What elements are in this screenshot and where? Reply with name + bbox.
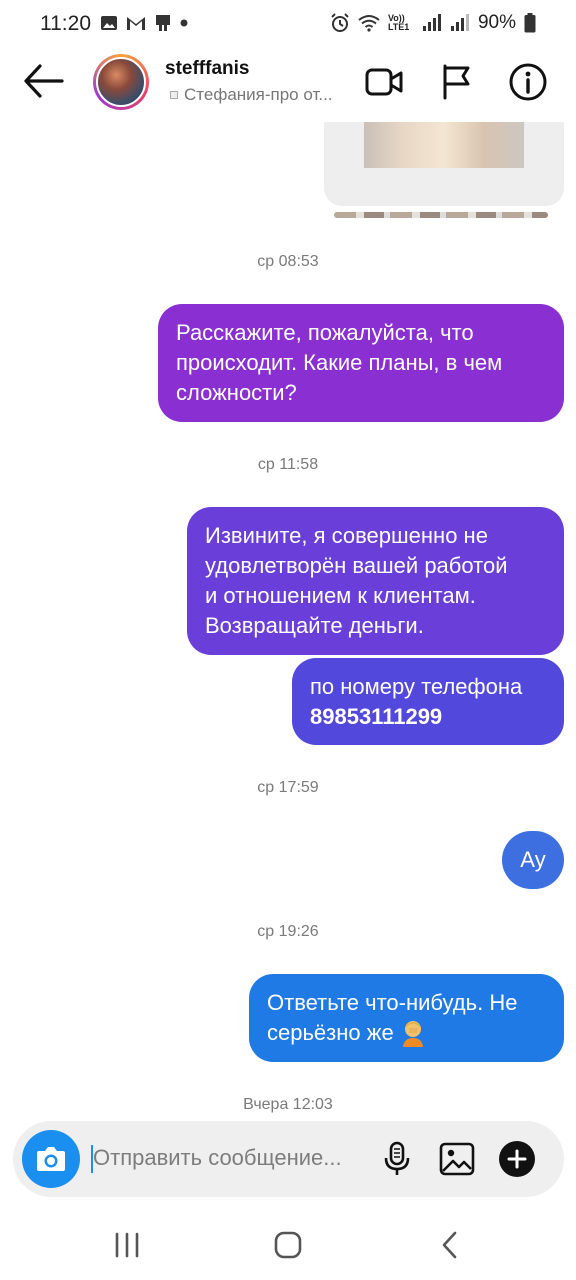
- back-icon[interactable]: [430, 1228, 470, 1262]
- timestamp: ср 17:59: [257, 779, 319, 796]
- shared-media-card[interactable]: [324, 122, 564, 206]
- home-icon[interactable]: [268, 1228, 308, 1262]
- message-line: сложности?: [176, 380, 297, 405]
- timestamp: ср 08:53: [257, 253, 319, 270]
- signal-icon-2: [450, 14, 469, 31]
- plus-icon[interactable]: [497, 1139, 537, 1179]
- video-call-icon[interactable]: [364, 62, 404, 102]
- timestamp: ср 19:26: [257, 923, 319, 940]
- sent-message[interactable]: Ау: [502, 831, 564, 889]
- message-line: Расскажите, пожалуйста, что: [176, 320, 474, 345]
- media-thumbnails: [334, 212, 548, 218]
- shared-photo: [364, 122, 524, 168]
- dot-icon: [180, 19, 188, 27]
- microphone-icon[interactable]: [377, 1139, 417, 1179]
- subtitle-icon: [170, 91, 178, 99]
- sent-message[interactable]: Ответьте что-нибудь. Не серьёзно же: [249, 974, 564, 1062]
- message-line: Извините, я совершенно не: [205, 523, 488, 548]
- timestamp: Вчера 12:03: [243, 1096, 333, 1113]
- camera-button[interactable]: [22, 1130, 80, 1188]
- status-bar: 11:20 Vo)) LTE1 90%: [0, 0, 576, 48]
- wifi-icon: [358, 15, 380, 32]
- status-right: Vo)) LTE1 90%: [330, 12, 536, 34]
- person-facepalming-emoji-icon: [402, 1021, 423, 1047]
- alarm-icon: [331, 13, 349, 32]
- message-composer: [13, 1121, 564, 1197]
- status-time: 11:20: [40, 12, 91, 35]
- back-arrow-icon[interactable]: [22, 62, 64, 100]
- timestamp: ср 11:58: [257, 456, 319, 473]
- chat-username[interactable]: stefffanis: [165, 58, 249, 80]
- message-line: по номеру телефона: [310, 674, 523, 699]
- message-line: и отношением к клиентам.: [205, 583, 476, 608]
- chat-header: stefffanis Стефания-про от...: [0, 48, 576, 122]
- lte-label: Vo)) LTE1: [387, 13, 410, 32]
- avatar-image: [96, 57, 146, 107]
- message-line: Возвращайте деньги.: [205, 613, 424, 638]
- gallery-notification-icon: [101, 16, 117, 30]
- battery-percent: 90%: [477, 12, 516, 33]
- signal-icon: [422, 14, 441, 31]
- chat-subtitle[interactable]: Стефания-про от...: [170, 85, 333, 105]
- info-icon[interactable]: [508, 62, 548, 102]
- phone-number: 89853111299: [310, 704, 443, 729]
- chat-subtitle-text: Стефания-про от...: [184, 85, 333, 104]
- sent-message[interactable]: Извините, я совершенно не удовлетворён в…: [187, 507, 564, 655]
- sent-message[interactable]: Расскажите, пожалуйста, что происходит. …: [158, 304, 564, 422]
- gmail-notification-icon: [127, 17, 145, 30]
- avatar[interactable]: [93, 54, 149, 110]
- app-notification-icon: [156, 15, 170, 31]
- message-line: удовлетворён вашей работой: [205, 553, 508, 578]
- camera-icon: [37, 1147, 65, 1171]
- gallery-icon[interactable]: [437, 1139, 477, 1179]
- message-line: серьёзно же: [267, 1020, 394, 1045]
- notification-icons: [100, 14, 188, 32]
- system-navigation-bar: [0, 1208, 576, 1280]
- message-text: Ау: [520, 847, 546, 872]
- flag-icon[interactable]: [436, 62, 476, 102]
- message-line: происходит. Какие планы, в чем: [176, 350, 503, 375]
- message-line: Ответьте что-нибудь. Не: [267, 990, 518, 1015]
- message-input[interactable]: [93, 1139, 383, 1177]
- recent-apps-icon[interactable]: [107, 1228, 147, 1262]
- battery-icon: [524, 13, 536, 33]
- sent-message[interactable]: по номеру телефона 89853111299: [292, 658, 564, 745]
